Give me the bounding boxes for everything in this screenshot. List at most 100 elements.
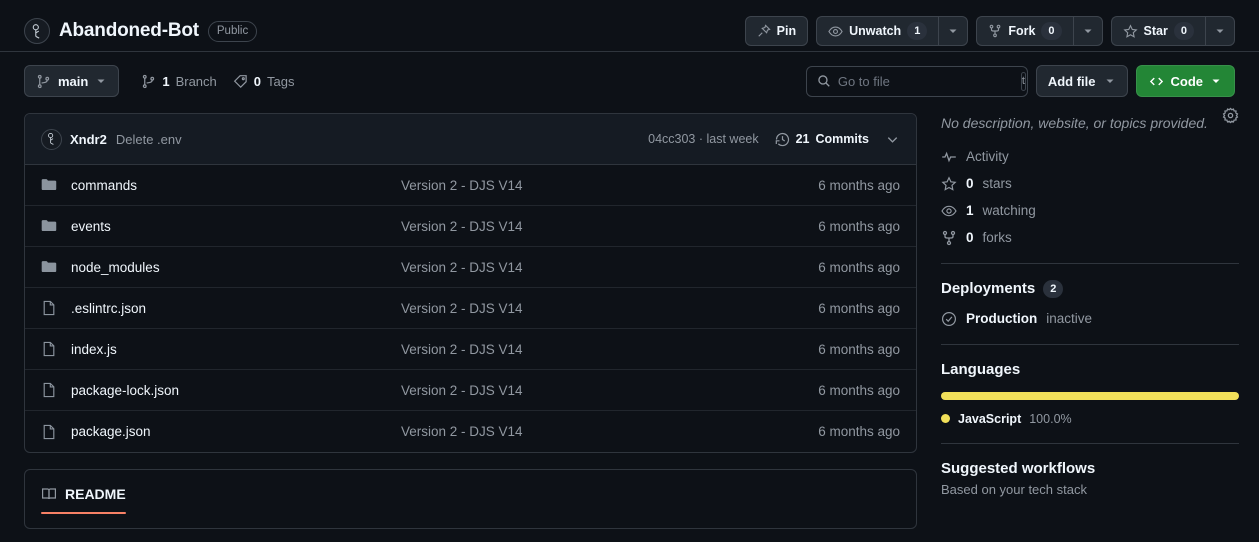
sidebar-divider-2: [941, 343, 1239, 345]
unwatch-button[interactable]: Unwatch 1: [816, 16, 939, 46]
readme-card: README: [24, 469, 917, 529]
workflows-heading: Suggested workflows: [941, 460, 1239, 477]
about-stat-activity[interactable]: Activity: [941, 149, 1239, 165]
about-header: No description, website, or topics provi…: [941, 107, 1239, 135]
stat-label: watching: [982, 203, 1036, 219]
commit-history-link[interactable]: 21 Commits: [775, 132, 869, 147]
commit-message-link[interactable]: Delete .env: [116, 132, 182, 147]
file-age: 6 months ago: [818, 259, 900, 275]
tag-icon: [233, 74, 248, 89]
git-branch-icon: [36, 74, 51, 89]
file-commit-message[interactable]: Version 2 - DJS V14: [401, 342, 818, 357]
commit-sha-time[interactable]: 04cc303 · last week: [648, 132, 758, 146]
file-name-link[interactable]: index.js: [71, 342, 401, 357]
fork-button[interactable]: Fork 0: [976, 16, 1073, 46]
code-button[interactable]: Code: [1135, 65, 1235, 97]
watch-dropdown-button[interactable]: [938, 16, 969, 46]
eye-icon: [828, 24, 843, 39]
branch-selector[interactable]: main: [24, 65, 120, 97]
folder-icon: [41, 218, 57, 234]
file-age: 6 months ago: [818, 300, 900, 316]
visibility-badge: Public: [207, 20, 258, 42]
file-commit-message[interactable]: Version 2 - DJS V14: [401, 301, 818, 316]
file-icon: [41, 382, 57, 398]
star-dropdown-button[interactable]: [1205, 16, 1235, 46]
commit-author-link[interactable]: Xndr2: [70, 132, 107, 147]
about-stat-forks[interactable]: 0 forks: [941, 230, 1239, 246]
file-name-link[interactable]: .eslintrc.json: [71, 301, 401, 316]
go-to-file-search[interactable]: t: [805, 65, 1028, 97]
folder-icon: [41, 259, 57, 275]
add-file-label: Add file: [1047, 73, 1096, 89]
tags-link[interactable]: 0 Tags: [233, 73, 294, 89]
file-icon: [41, 341, 57, 357]
watch-button-group: Unwatch 1: [816, 16, 969, 46]
file-age: 6 months ago: [818, 218, 900, 234]
repo-meta-links: 1 Branch 0 Tags: [141, 74, 294, 89]
star-icon: [941, 176, 957, 192]
file-row[interactable]: .eslintrc.json Version 2 - DJS V14 6 month…: [25, 288, 916, 329]
sidebar-divider-3: [941, 442, 1239, 444]
pin-button[interactable]: Pin: [744, 16, 809, 46]
deployment-name: Production: [966, 311, 1038, 327]
repository-header: Abandoned-Bot Public Pin Unwatch 1 Fork …: [0, 0, 1259, 50]
file-row[interactable]: package-lock.json Version 2 - DJS V14 6 mo…: [25, 370, 916, 411]
repo-forked-icon: [941, 230, 957, 246]
about-stat-stars[interactable]: 0 stars: [941, 176, 1239, 192]
stat-label: Activity: [966, 149, 1009, 165]
collapse-commit-icon[interactable]: [885, 132, 900, 147]
tags-count: 0: [253, 73, 262, 89]
fork-dropdown-button[interactable]: [1072, 16, 1103, 46]
deployment-item-production[interactable]: Production inactive: [941, 311, 1239, 327]
file-age: 6 months ago: [818, 424, 900, 439]
file-row[interactable]: events Version 2 - DJS V14 6 months ago: [25, 206, 916, 247]
git-branch-icon: [141, 74, 156, 89]
gear-icon[interactable]: [1222, 107, 1239, 124]
file-name-link[interactable]: events: [71, 219, 401, 234]
file-commit-message[interactable]: Version 2 - DJS V14: [401, 424, 818, 439]
check-circle-icon: [941, 311, 957, 327]
file-age: 6 months ago: [818, 382, 900, 398]
add-file-button[interactable]: Add file: [1035, 65, 1128, 97]
file-commit-message[interactable]: Version 2 - DJS V14: [401, 178, 818, 193]
file-row[interactable]: commands Version 2 - DJS V14 6 months ago: [25, 165, 916, 206]
branches-link[interactable]: 1 Branch: [141, 74, 217, 89]
pin-icon: [757, 24, 771, 38]
star-button-group: Star 0: [1110, 16, 1235, 46]
star-button[interactable]: Star 0: [1110, 16, 1205, 46]
tab-readme[interactable]: README: [41, 486, 126, 514]
sidebar-divider: [941, 262, 1239, 264]
file-row[interactable]: index.js Version 2 - DJS V14 6 months ago: [25, 329, 916, 370]
repository-page: Abandoned-Bot Public Pin Unwatch 1 Fork …: [0, 0, 1259, 542]
stat-value: 0: [966, 230, 974, 246]
triangle-down-icon: [95, 75, 107, 87]
workflows-subtitle: Based on your tech stack: [941, 481, 1087, 497]
commit-bar-right: 04cc303 · last week 21 Commits: [648, 132, 900, 147]
file-name-link[interactable]: node_modules: [71, 260, 401, 275]
search-input[interactable]: [837, 73, 1014, 89]
owner-avatar: [24, 18, 50, 44]
repo-description: No description, website, or topics provi…: [941, 115, 1208, 131]
header-actions: Pin Unwatch 1 Fork 0 Star 0: [744, 16, 1235, 46]
file-row[interactable]: package.json Version 2 - DJS V14 6 months …: [25, 411, 916, 452]
file-row[interactable]: node_modules Version 2 - DJS V14 6 months …: [25, 247, 916, 288]
file-name-link[interactable]: commands: [71, 178, 401, 193]
file-name-link[interactable]: package-lock.json: [71, 383, 401, 398]
file-name-link[interactable]: package.json: [71, 424, 401, 439]
about-stat-watching[interactable]: 1 watching: [941, 203, 1239, 219]
language-bar: [941, 391, 1239, 400]
page-title[interactable]: Abandoned-Bot: [59, 20, 199, 42]
language-item[interactable]: JavaScript 100.0%: [941, 412, 1239, 426]
page-content: Xndr2 Delete .env 04cc303 · last week 21…: [0, 97, 1259, 529]
file-commit-message[interactable]: Version 2 - DJS V14: [401, 260, 818, 275]
file-commit-message[interactable]: Version 2 - DJS V14: [401, 219, 818, 234]
file-age: 6 months ago: [818, 341, 900, 357]
languages-title: Languages: [941, 360, 1021, 378]
history-icon: [775, 132, 790, 147]
language-name: JavaScript: [958, 411, 1022, 426]
file-commit-message[interactable]: Version 2 - DJS V14: [401, 383, 818, 398]
deployments-count: 2: [1043, 279, 1064, 298]
commit-author-avatar: [41, 128, 62, 150]
star-icon: [1122, 23, 1138, 39]
language-bar-segment[interactable]: [941, 391, 1239, 400]
